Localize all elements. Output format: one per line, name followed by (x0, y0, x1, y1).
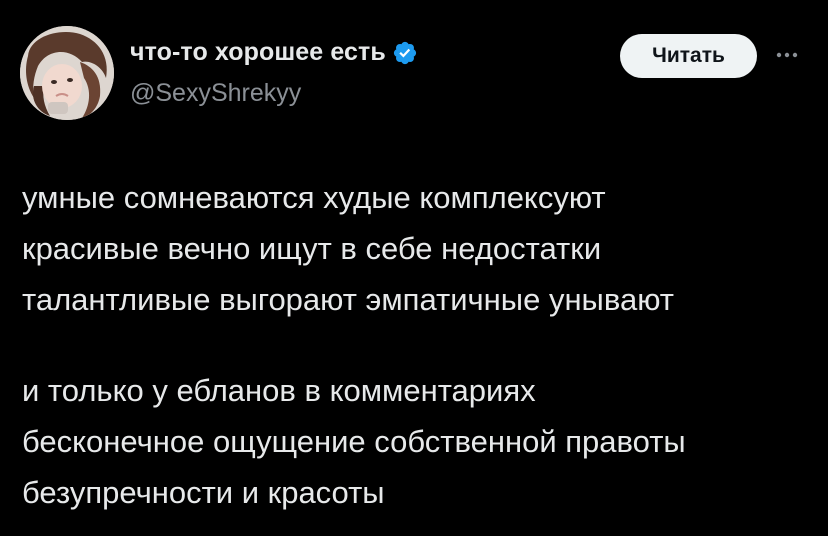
verified-badge-icon (392, 40, 418, 66)
tweet-line: талантливые выгорают эмпатичные унывают (22, 282, 674, 317)
tweet-line: красивые вечно ищут в себе недостатки (22, 231, 602, 266)
author-handle[interactable]: @SexyShrekyy (130, 79, 301, 108)
tweet-paragraph: умные сомневаются худые комплексуют крас… (22, 172, 822, 325)
author-name-row[interactable]: что-то хорошее есть (130, 38, 418, 67)
avatar[interactable] (20, 26, 114, 120)
tweet-line: бесконечное ощущение собственной правоты (22, 424, 686, 459)
avatar-photo (20, 26, 114, 120)
tweet-text: умные сомневаются худые комплексуют крас… (22, 172, 822, 518)
more-horizontal-icon[interactable] (774, 44, 800, 66)
tweet-paragraph: и только у ебланов в комментариях бескон… (22, 365, 822, 518)
tweet-line: и только у ебланов в комментариях (22, 373, 536, 408)
tweet-line: безупречности и красоты (22, 475, 385, 510)
follow-button[interactable]: Читать (620, 34, 757, 78)
author-display-name[interactable]: что-то хорошее есть (130, 38, 386, 67)
tweet-line: умные сомневаются худые комплексуют (22, 180, 606, 215)
